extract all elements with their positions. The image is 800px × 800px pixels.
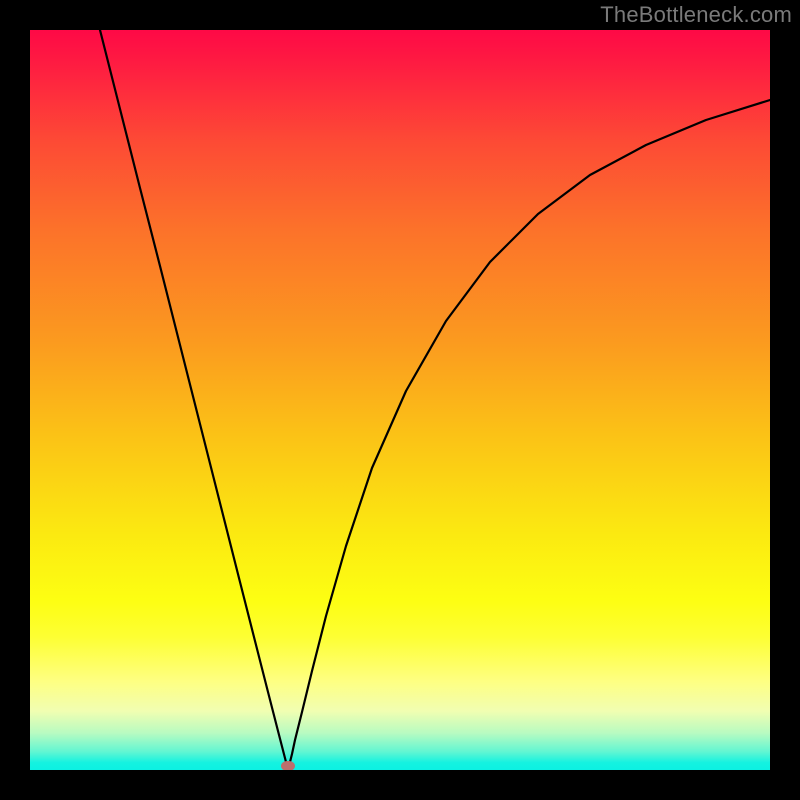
bottleneck-curve [100,30,770,770]
plot-area [30,30,770,770]
watermark-text: TheBottleneck.com [600,2,792,28]
curve-svg [30,30,770,770]
min-marker [281,761,295,770]
chart-frame: TheBottleneck.com [0,0,800,800]
